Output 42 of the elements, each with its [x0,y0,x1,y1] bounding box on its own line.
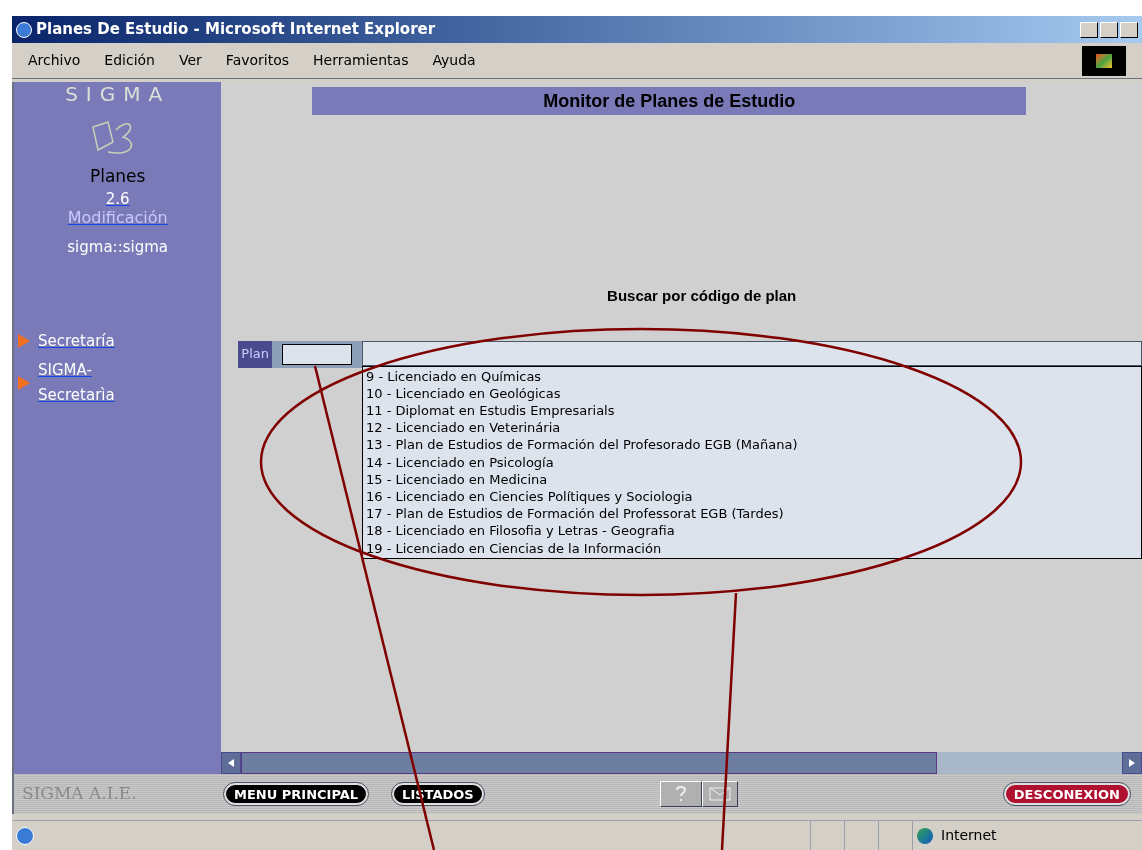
scrollbar-thumb[interactable] [241,752,938,774]
plan-option[interactable]: 13 - Plan de Estudios de Formación del Profesorado EGB (Mañana) [366,436,1141,454]
zone-label: Internet [941,826,997,845]
app-name: Planes [89,165,146,188]
sidebar-link[interactable]: SIGMA- Secretarìa [38,357,115,408]
search-title: Buscar por código de plan [607,286,797,306]
menu-item[interactable]: Edición [104,50,155,71]
footer-button[interactable]: MENU PRINCIPAL [224,783,369,805]
scroll-right-icon[interactable] [1122,752,1142,774]
menu-item[interactable]: Ver [179,50,202,71]
version-link[interactable]: 2.6 [105,189,130,209]
sidebar-link[interactable]: Secretaría [38,328,115,354]
globe-icon [917,827,933,844]
footer-brand: SIGMA A.I.E. [21,782,138,806]
footer-button[interactable]: LISTADOS [392,783,484,805]
plan-label: Plan [238,340,272,368]
plan-option[interactable]: 11 - Diplomat en Estudis Empresarials [366,401,1141,420]
scroll-left-icon[interactable] [221,752,242,774]
plan-option[interactable]: 17 - Plan de Estudios de Formación del Professorat EGB (Tardes) [366,505,1141,523]
plan-code-field[interactable] [282,343,352,365]
menu-item[interactable]: Favoritos [225,50,290,71]
disconnect-button[interactable]: DESCONEXION [1003,783,1130,805]
plan-option[interactable]: 14 - Licenciado en Psicología [366,453,1141,471]
triangle-icon [18,375,30,390]
plan-option[interactable]: 9 - Licenciado en Químicas [366,367,1141,385]
plan-option[interactable]: 18 - Licenciado en Filosofia y Letras - Geografia [366,522,1141,540]
triangle-icon [18,334,30,349]
help-icon[interactable] [659,781,702,807]
windows-logo-icon [1082,45,1126,76]
plan-option[interactable]: 15 - Licenciado en Medicina [366,470,1141,488]
plan-option[interactable]: 12 - Licenciado en Veterinária [366,419,1141,437]
user-label: sigma::sigma [67,237,169,259]
window-title: Planes De Estudio - Microsoft Internet Explorer [36,19,436,41]
menu-item[interactable]: Herramientas [313,50,409,71]
plan-name-field[interactable] [362,340,1142,366]
sigma-logo: SIGMA [65,84,171,104]
plan-option[interactable]: 16 - Licenciado en Ciencies Polítiques y Sociologia [366,487,1141,506]
menu-item[interactable]: Ayuda [432,50,476,71]
menu-item[interactable]: Archivo [28,50,81,71]
header-title: Monitor de Planes de Estudio [543,89,796,113]
plan-option[interactable]: 10 - Licenciado en Geológicas [366,384,1141,402]
plan-option[interactable]: 19 - Licenciado en Ciencias de la Información [366,539,1141,557]
